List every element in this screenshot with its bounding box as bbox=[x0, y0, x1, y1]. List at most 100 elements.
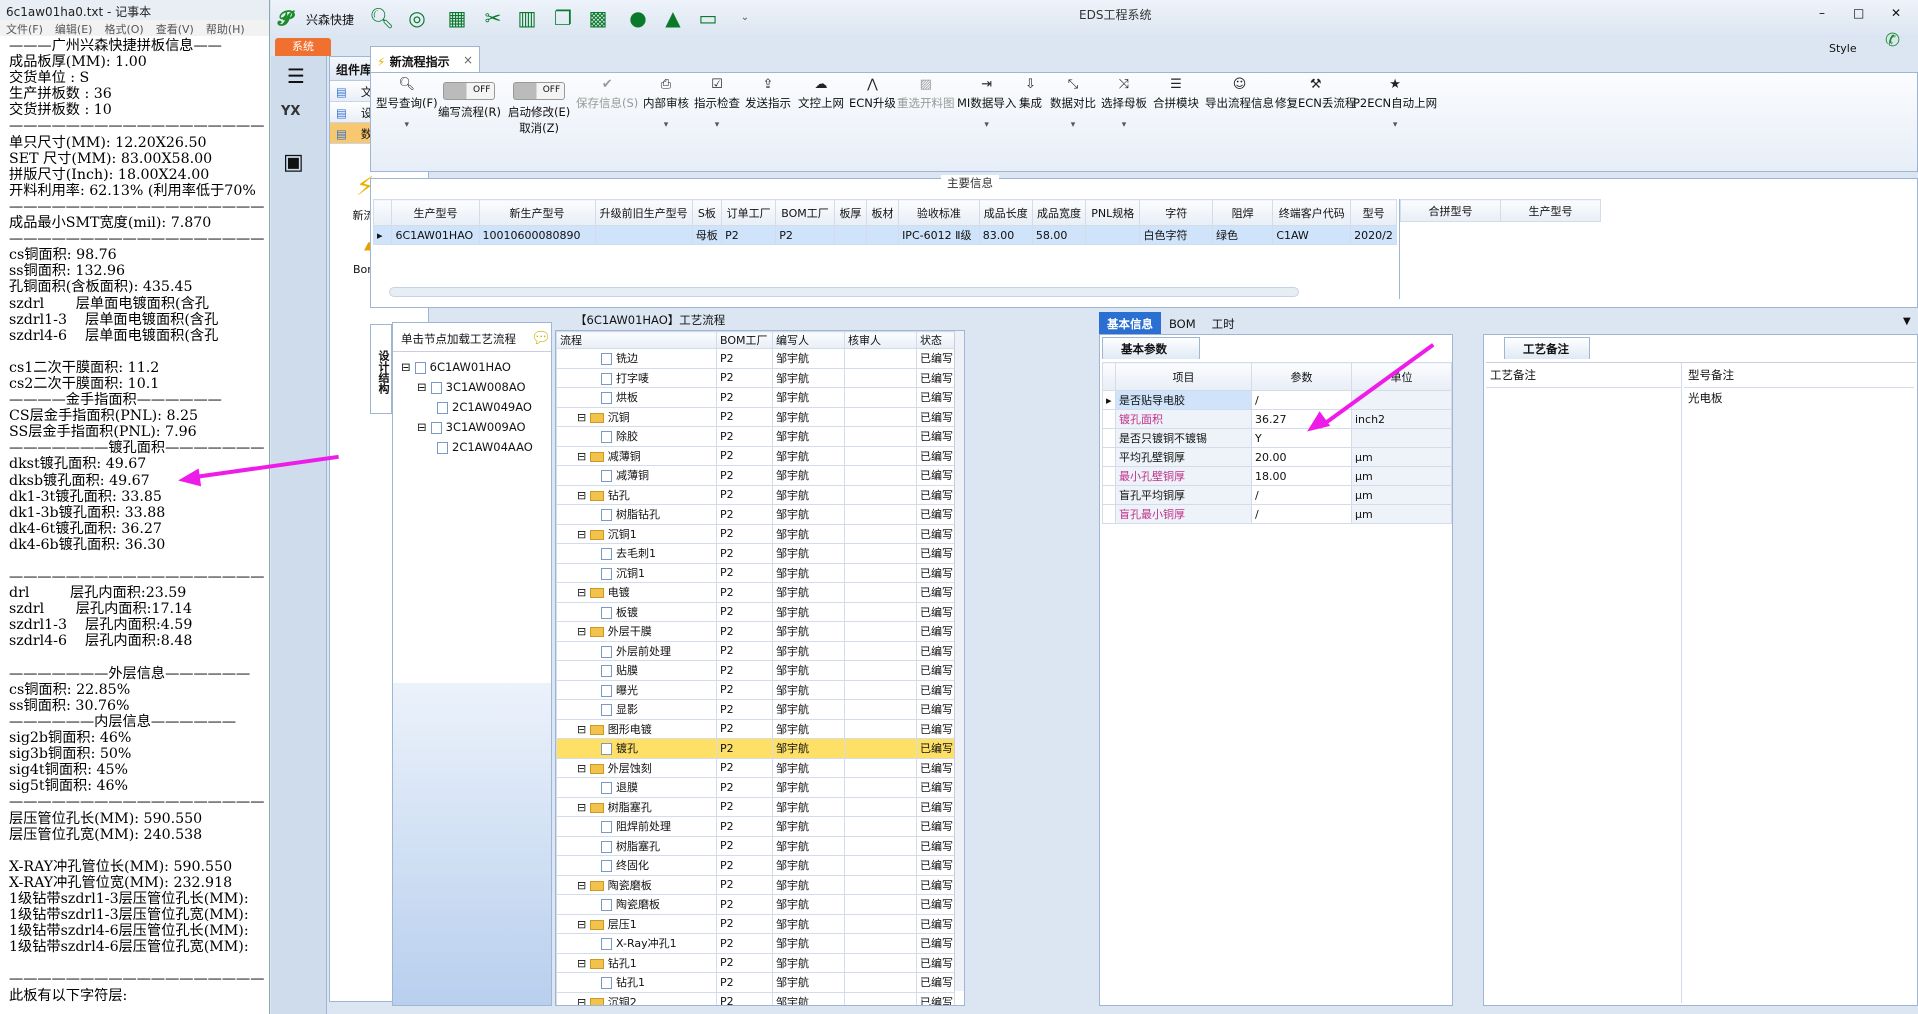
tree-node[interactable]: 2C1AW04AAO bbox=[433, 440, 533, 454]
param-row[interactable]: 盲孔最小铜厚 / μm bbox=[1102, 504, 1452, 524]
toolbar-ecn-button[interactable]: ⋀ ECN升级 bbox=[849, 77, 896, 111]
flow-row[interactable]: 退膜 P2 邹宇航 已编写 bbox=[556, 777, 955, 798]
collapse-icon[interactable]: ⊟ bbox=[577, 762, 590, 775]
flow-step[interactable]: ⊟ 电镀 bbox=[556, 582, 717, 603]
yx-logo[interactable]: YX bbox=[281, 104, 315, 134]
flow-row[interactable]: ⊟ 减薄铜 P2 邹宇航 已编写 bbox=[556, 445, 955, 466]
chevron-down-icon[interactable]: ⌄ bbox=[733, 6, 757, 30]
flow-row[interactable]: ⊟ 外层干膜 P2 邹宇航 已编写 bbox=[556, 621, 955, 642]
toolbar-download-button[interactable]: ⇩ 集成 bbox=[1019, 77, 1042, 111]
param-row[interactable]: ▸ 是否贴导电胶 / bbox=[1102, 390, 1452, 410]
cell[interactable]: 6C1AW01HAO bbox=[391, 225, 480, 245]
close-tab-icon[interactable]: × bbox=[463, 53, 473, 67]
close-button[interactable]: ✕ bbox=[1891, 6, 1901, 20]
param-value[interactable]: 20.00 bbox=[1251, 447, 1352, 467]
column-header[interactable]: 订单工厂 bbox=[721, 199, 777, 226]
column-header[interactable]: 参数 bbox=[1251, 362, 1352, 391]
tree-node[interactable]: ⊟ 3C1AW009AO bbox=[417, 420, 526, 434]
param-row[interactable]: 平均孔壁铜厚 20.00 μm bbox=[1102, 447, 1452, 467]
flow-step[interactable]: 打字唛 bbox=[556, 367, 717, 388]
flow-row[interactable]: ⊟ 沉铜2 P2 邹宇航 已编写 bbox=[556, 991, 955, 1005]
cell[interactable]: 母板 bbox=[691, 225, 723, 245]
toolbar-smile-button[interactable]: ☺ 导出流程信息 bbox=[1205, 77, 1274, 111]
notepad-menu-item[interactable]: 查看(V) bbox=[156, 23, 194, 36]
param-row[interactable]: 镀孔面积 36.27 inch2 bbox=[1102, 409, 1452, 429]
column-header[interactable]: 状态 bbox=[916, 331, 955, 349]
calculator-icon[interactable]: ▣ bbox=[283, 150, 313, 180]
flow-row[interactable]: 贴膜 P2 邹宇航 已编写 bbox=[556, 660, 955, 681]
scissors-icon[interactable]: ✂ bbox=[481, 6, 505, 30]
tree-node[interactable]: ⊟ 6C1AW01HAO bbox=[401, 360, 511, 374]
flow-row[interactable]: ⊟ 陶瓷磨板 P2 邹宇航 已编写 bbox=[556, 874, 955, 895]
column-header[interactable]: 升级前旧生产型号 bbox=[594, 199, 693, 226]
column-header[interactable]: BOM工厂 bbox=[775, 199, 835, 226]
model-note-value[interactable]: 光电板 bbox=[1684, 388, 1914, 408]
flow-step[interactable]: 铣边 bbox=[556, 348, 717, 369]
flow-row[interactable]: ⊟ 钻孔 P2 邹宇航 已编写 bbox=[556, 484, 955, 505]
flow-row[interactable]: 去毛刺1 P2 邹宇航 已编写 bbox=[556, 543, 955, 564]
tab-bom[interactable]: BOM bbox=[1161, 313, 1204, 335]
toggle-switch[interactable]: OFF bbox=[443, 82, 496, 100]
flow-row[interactable]: 陶瓷磨板 P2 邹宇航 已编写 bbox=[556, 894, 955, 915]
toolbar-star-button[interactable]: ★ P2ECN自动上网 ▾ bbox=[1353, 77, 1437, 130]
toolbar-compare-button[interactable]: ⤡ 数据对比 ▾ bbox=[1050, 77, 1096, 130]
param-value[interactable]: / bbox=[1251, 485, 1352, 505]
collapse-icon[interactable]: ⊟ bbox=[577, 879, 590, 892]
flow-row[interactable]: ⊟ 树脂塞孔 P2 邹宇航 已编写 bbox=[556, 796, 955, 817]
expand-icon[interactable]: ⊟ bbox=[417, 420, 427, 434]
collapse-icon[interactable]: ⊟ bbox=[577, 957, 590, 970]
flow-row[interactable]: 树脂钻孔 P2 邹宇航 已编写 bbox=[556, 504, 955, 525]
column-header[interactable]: 板厚 bbox=[833, 199, 867, 226]
notepad-menu-item[interactable]: 帮助(H) bbox=[206, 23, 245, 36]
dropdown-arrow-icon[interactable]: ▾ bbox=[957, 120, 1016, 130]
cell[interactable] bbox=[1085, 225, 1141, 245]
cell[interactable]: 10010600080890 bbox=[478, 225, 596, 245]
expand-icon[interactable]: ⊟ bbox=[401, 360, 411, 374]
grid-icon[interactable]: ▩ bbox=[586, 6, 610, 30]
collapse-icon[interactable]: ⊟ bbox=[577, 411, 590, 424]
column-header[interactable]: 生产型号 bbox=[1500, 199, 1601, 222]
flow-step[interactable]: 板镀 bbox=[556, 601, 717, 622]
cell[interactable]: 绿色 bbox=[1212, 225, 1274, 245]
comment-icon[interactable]: 💬︎ bbox=[531, 328, 551, 347]
param-value[interactable]: Y bbox=[1251, 428, 1352, 448]
tree-node[interactable]: ⊟ 3C1AW008AO bbox=[417, 380, 526, 394]
horizontal-scrollbar[interactable] bbox=[389, 287, 1299, 297]
flow-step[interactable]: ⊟ 陶瓷磨板 bbox=[556, 874, 717, 895]
column-header[interactable]: 项目 bbox=[1115, 362, 1252, 391]
column-header[interactable]: 合拼型号 bbox=[1400, 199, 1501, 222]
toggle-switch[interactable]: OFF bbox=[513, 82, 566, 100]
flow-step[interactable]: 陶瓷磨板 bbox=[556, 894, 717, 915]
search-icon[interactable]: 🔍︎ bbox=[369, 6, 394, 30]
column-header[interactable]: 型号 bbox=[1350, 199, 1397, 226]
film-icon[interactable]: ▥ bbox=[515, 6, 539, 30]
flow-step[interactable]: 除胶 bbox=[556, 426, 717, 447]
notepad-menu-item[interactable]: 文件(F) bbox=[6, 23, 43, 36]
tab-basic-params[interactable]: 基本参数 bbox=[1102, 337, 1200, 359]
cell[interactable]: P2 bbox=[721, 225, 777, 245]
collapse-icon[interactable]: ⊟ bbox=[577, 450, 590, 463]
cell[interactable]: P2 bbox=[775, 225, 835, 245]
monitor-icon[interactable]: ▭ bbox=[696, 6, 720, 30]
toolbar-cloud-upload-button[interactable]: ☁ 文控上网 bbox=[798, 77, 844, 111]
flow-row[interactable]: ⊟ 图形电镀 P2 邹宇航 已编写 bbox=[556, 718, 955, 739]
tab-process-notes[interactable]: 工艺备注 bbox=[1504, 337, 1590, 359]
minimize-button[interactable]: – bbox=[1819, 6, 1825, 20]
panel-dropdown-icon[interactable]: ▼ bbox=[1903, 316, 1911, 327]
flow-row[interactable]: 板镀 P2 邹宇航 已编写 bbox=[556, 601, 955, 622]
column-header[interactable]: PNL规格 bbox=[1085, 199, 1141, 226]
collapse-icon[interactable]: ⊟ bbox=[577, 801, 590, 814]
toolbar-checkbox-button[interactable]: ☑ 指示检查 ▾ bbox=[694, 77, 740, 130]
flow-row[interactable]: ⊟ 外层蚀刻 P2 邹宇航 已编写 bbox=[556, 757, 955, 778]
flow-row[interactable]: 铣边 P2 邹宇航 已编写 bbox=[556, 348, 955, 369]
flow-step[interactable]: 终固化 bbox=[556, 855, 717, 876]
tab-work-hours[interactable]: 工时 bbox=[1204, 312, 1243, 336]
user-icon[interactable]: ● bbox=[626, 6, 650, 30]
flow-row[interactable]: 显影 P2 邹宇航 已编写 bbox=[556, 699, 955, 720]
tree-node[interactable]: 2C1AW049AO bbox=[433, 400, 532, 414]
expand-icon[interactable]: ⊟ bbox=[417, 380, 427, 394]
notepad-text[interactable]: ———广州兴森快捷拼板信息—— 成品板厚(MM): 1.00 交货单位 : S 生产拼… bbox=[0, 36, 269, 1004]
column-header[interactable]: 流程 bbox=[556, 331, 717, 349]
toolbar-list-button[interactable]: ☰ 合拼模块 bbox=[1153, 77, 1199, 111]
flow-step[interactable]: 树脂塞孔 bbox=[556, 835, 717, 856]
